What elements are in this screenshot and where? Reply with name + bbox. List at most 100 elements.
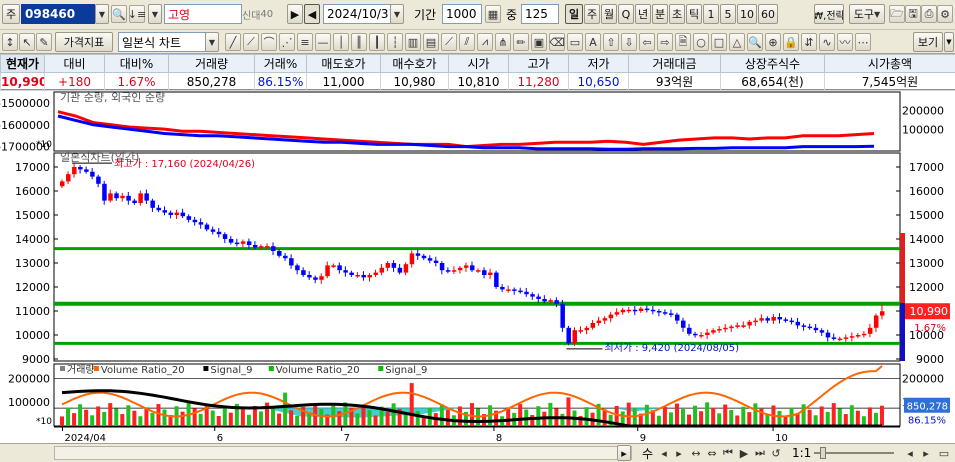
slider-right-icon[interactable]: ▸ [918,444,934,462]
date-dropdown-button[interactable]: ▼ [390,4,404,24]
interval-8-button[interactable]: 1 [703,4,719,24]
interval-2-button[interactable]: 월 [601,4,617,24]
lock-icon[interactable]: 🔒 [783,33,799,51]
play-icon[interactable]: ▶ [736,444,752,462]
chart-area[interactable]: 17000 17000 16000 16000 15000 15000 14000 14000… [0,91,955,443]
stock-code-input[interactable]: 098460 [21,4,95,24]
triangle-tool-icon[interactable]: △ [729,33,745,51]
compare-icon[interactable]: ⇵ [801,33,817,51]
slider-left-icon[interactable]: ◂ [902,444,918,462]
save-icon[interactable]: 🖫 [905,5,921,23]
name-dropdown-button[interactable]: ▼ [148,4,162,24]
next-stock-button[interactable]: ▶ [287,4,303,24]
time-scroll-track[interactable] [54,446,632,460]
right-arrow-icon[interactable]: ⇨ [657,33,673,51]
speed-tool-icon[interactable]: ⫽ [459,33,475,51]
grid-icon[interactable]: ▦ [485,5,501,23]
chart-type-dropdown[interactable]: ▼ [205,32,219,52]
wave-tool-icon[interactable]: ⩘ [477,33,493,51]
edit-icon[interactable]: ✎ [36,33,52,51]
interval-4-button[interactable]: 년 [635,4,651,24]
sort-icon[interactable]: ↓≡ [128,5,146,23]
square-tool-icon[interactable]: □ [711,33,727,51]
fit-icon[interactable]: ▭ [936,444,952,462]
candle-body [753,320,758,323]
right-end-icon[interactable]: ⏭ [752,444,768,462]
print-icon[interactable]: ⎙ [921,5,937,23]
prev-stock-button[interactable]: ◀ [304,4,320,24]
arrow-updown-icon[interactable]: ↕ [2,33,18,51]
reset-icon[interactable]: ↺ [768,444,784,462]
fan-tool-icon[interactable]: ⋰ [279,33,295,51]
settings-icon[interactable]: ⚙ [937,5,953,23]
chart-type-select[interactable]: 일본식 차트 [118,32,206,52]
note-icon[interactable]: 🗎 [675,33,691,51]
tools-button[interactable]: 도구 ▼ [849,4,885,24]
period-tool-icon[interactable]: ┆ [387,33,403,51]
strategy-button[interactable]: ₩,전략 [814,4,844,24]
price-index-button[interactable]: 가격지표 [55,32,113,52]
rect-tool-icon[interactable]: ▭ [567,33,583,51]
chart-canvas[interactable]: 17000 17000 16000 16000 15000 15000 14000 14000… [0,91,955,443]
interval-11-button[interactable]: 60 [758,4,778,24]
interval-3-button[interactable]: Q [618,4,634,24]
arc-tool-icon[interactable]: ⌒ [261,33,277,51]
zoom-icon[interactable]: 🔍 [747,33,763,51]
hline-tool-icon[interactable]: — [315,33,331,51]
zoom-slider-handle[interactable] [820,447,826,459]
market-type-button[interactable]: 주 [2,4,20,24]
volume-tick-left: 100000 [8,396,50,409]
fib-tool-icon[interactable]: ≡ [297,33,313,51]
channel-tool-icon[interactable]: ▥ [405,33,421,51]
stock-name-field[interactable]: 고영 [164,4,242,24]
count-input[interactable]: 125 [521,4,559,24]
left-end-icon[interactable]: ⏮ [720,444,736,462]
pitchfork-tool-icon[interactable]: ⋔ [495,33,511,51]
vline3-tool-icon[interactable]: ┃ [369,33,385,51]
interval-9-button[interactable]: 5 [720,4,736,24]
color-icon[interactable]: ▣ [531,33,547,51]
quote-value-4: 86.15% [254,72,307,91]
vlines-tool-icon[interactable]: ║ [351,33,367,51]
magnet-icon[interactable]: ⊕ [765,33,781,51]
shrink-icon[interactable]: ⇔ [704,444,720,462]
wave2-icon[interactable]: 〰 [837,33,853,51]
down-arrow-icon[interactable]: ⇩ [621,33,637,51]
indicator-icon[interactable]: ∿ [819,33,835,51]
line-tool-icon[interactable]: ╱ [225,33,241,51]
search-icon[interactable]: 🔍 [111,5,127,23]
scroll-right-button[interactable]: ▸ [617,445,631,461]
candle-body [560,303,565,328]
volume-bar [246,414,251,426]
zoom-in-icon[interactable]: ▸ [671,444,687,462]
left-arrow-icon[interactable]: ⇦ [639,33,655,51]
date-input[interactable]: 2024/10/31 [323,4,391,24]
pencil-icon[interactable]: ✏ [513,33,529,51]
view-button[interactable]: 보기 [913,32,943,52]
up-arrow-icon[interactable]: ⇧ [603,33,619,51]
eraser-icon[interactable]: ⌫ [549,33,565,51]
period-input[interactable]: 1000 [442,4,482,24]
interval-7-button[interactable]: 틱 [686,4,702,24]
badge-margin: 40 [260,8,274,20]
text-tool-icon[interactable]: A [585,33,601,51]
code-dropdown-button[interactable]: ▼ [95,4,109,24]
interval-5-button[interactable]: 분 [652,4,668,24]
cursor-icon[interactable]: ↖ [19,33,35,51]
more-icon[interactable]: ⋯ [855,33,871,51]
folder-icon[interactable]: 🗁 [889,5,905,23]
fan2-tool-icon[interactable]: ⟋ [441,33,457,51]
circle-tool-icon[interactable]: ○ [693,33,709,51]
interval-0-button[interactable]: 일 [565,4,583,24]
interval-6-button[interactable]: 초 [669,4,685,24]
interval-1-button[interactable]: 주 [584,4,600,24]
expand-icon[interactable]: ↔ [688,444,704,462]
zoom-slider[interactable] [814,452,894,454]
gann-tool-icon[interactable]: ▤ [423,33,439,51]
vline-tool-icon[interactable]: │ [333,33,349,51]
zoom-out-icon[interactable]: ◂ [656,444,672,462]
ray-tool-icon[interactable]: ⟋ [243,33,259,51]
quote-header-row: 현재가 대비 대비% 거래량 거래% 매도호가 매수호가 시가 고가 저가 거래대금 상장주식수 시가총… [0,54,955,73]
view-dropdown[interactable]: ▼ [944,32,954,52]
interval-10-button[interactable]: 10 [737,4,757,24]
